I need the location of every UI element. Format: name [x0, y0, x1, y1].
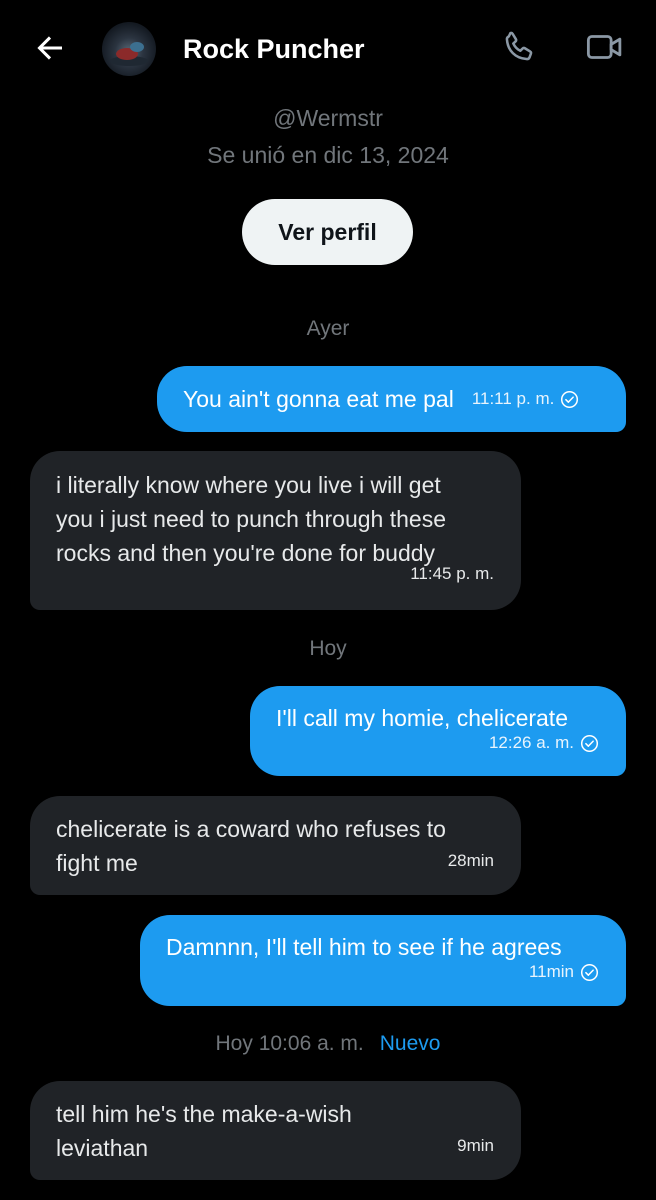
avatar[interactable] [102, 22, 156, 76]
separator-time: Hoy 10:06 a. m. [215, 1032, 364, 1055]
message-text-line: leviathan [56, 1135, 149, 1161]
profile-handle: @Wermstr [273, 105, 383, 131]
video-call-button[interactable] [580, 24, 630, 74]
message-text-line: tell him he's the make-a-wish [56, 1101, 352, 1127]
message-outgoing[interactable]: I'll call my homie, chelicerate 12:26 a.… [250, 686, 626, 776]
message-meta: 11:11 p. m. [472, 382, 580, 416]
message-time: 11min [528, 962, 574, 981]
call-button[interactable] [494, 24, 544, 74]
message-text: You ain't gonna eat me pal [183, 386, 454, 412]
day-separator-yesterday: Ayer [306, 317, 350, 340]
day-separator-new: Hoy 10:06 a. m. Nuevo [0, 1029, 656, 1059]
message-time: 28min [447, 851, 494, 870]
message-incoming[interactable]: chelicerate is a coward who refuses to f… [30, 796, 521, 895]
message-time: 11:45 p. m. [410, 564, 494, 583]
message-text-line: i literally know where you live i will g… [56, 472, 441, 498]
message-incoming[interactable]: tell him he's the make-a-wish leviathan … [30, 1081, 521, 1180]
day-separator-today: Hoy [309, 637, 347, 660]
read-check-icon [580, 963, 599, 982]
message-text-line: fight me [56, 850, 138, 876]
message-incoming[interactable]: i literally know where you live i will g… [30, 451, 521, 610]
view-profile-button[interactable]: Ver perfil [242, 199, 413, 265]
message-time: 9min [457, 1136, 494, 1155]
message-outgoing[interactable]: You ain't gonna eat me pal 11:11 p. m. [157, 366, 626, 432]
message-text-line: chelicerate is a coward who refuses to [56, 816, 446, 842]
message-time: 11:11 p. m. [471, 389, 555, 408]
message-outgoing[interactable]: Damnnn, I'll tell him to see if he agree… [140, 915, 626, 1006]
message-meta: 12:26 a. m. [489, 726, 599, 760]
message-text-line: you i just need to punch through these [56, 506, 447, 532]
back-button[interactable] [22, 22, 78, 78]
read-check-icon [560, 390, 579, 409]
phone-icon [500, 28, 538, 71]
message-time: 12:26 a. m. [488, 733, 574, 752]
message-meta: 11min [529, 955, 599, 989]
read-check-icon [580, 734, 599, 753]
video-camera-icon [584, 26, 626, 73]
profile-joined-date: Se unió en dic 13, 2024 [207, 142, 449, 168]
arrow-left-icon [32, 30, 68, 71]
new-messages-label: Nuevo [379, 1032, 441, 1055]
conversation-title[interactable]: Rock Puncher [183, 30, 365, 68]
